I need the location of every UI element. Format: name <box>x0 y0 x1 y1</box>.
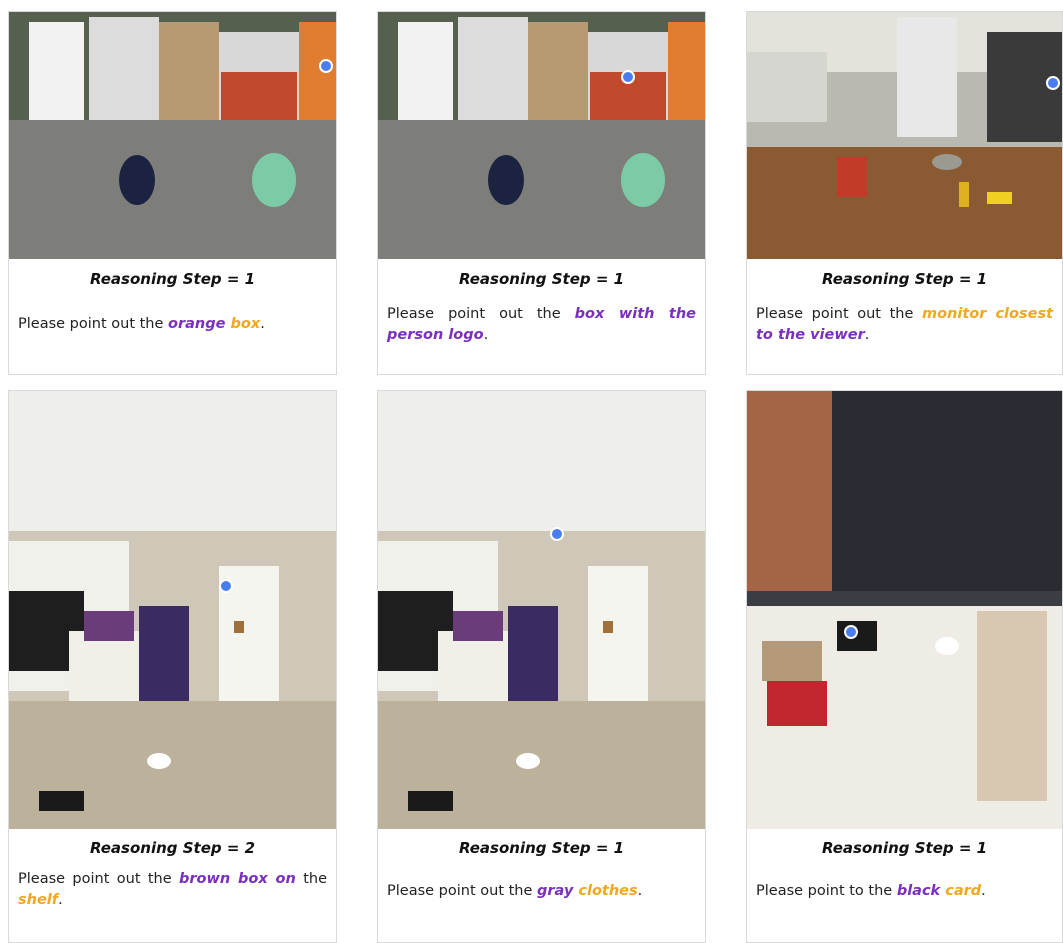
desk-image <box>747 391 1062 829</box>
room-photo <box>9 391 336 829</box>
room-photo <box>378 391 705 829</box>
point-marker <box>219 579 233 593</box>
kitchen-counter-image <box>9 12 336 259</box>
reasoning-step-label: Reasoning Step = 1 <box>821 839 988 857</box>
reasoning-step-label: Reasoning Step = 2 <box>89 839 256 857</box>
prompt-text: Please point out the orange box. <box>18 316 265 332</box>
robot-lab-image <box>747 12 1062 259</box>
point-marker <box>621 70 635 84</box>
reasoning-step-label: Reasoning Step = 1 <box>89 270 256 288</box>
room-image <box>9 391 336 829</box>
example-card-3: Reasoning Step = 1 Please point out the … <box>746 11 1063 375</box>
prompt-text: Please point to the black card. <box>756 883 986 899</box>
point-marker <box>550 527 564 541</box>
reasoning-step-label: Reasoning Step = 1 <box>458 270 625 288</box>
point-marker <box>319 59 333 73</box>
point-marker <box>1046 76 1060 90</box>
desk-photo <box>747 391 1062 829</box>
example-card-1: Reasoning Step = 1 Please point out the … <box>8 11 337 375</box>
example-card-4: Reasoning Step = 2 Please point out the … <box>8 390 337 943</box>
point-marker <box>844 625 858 639</box>
example-card-2: Reasoning Step = 1 Please point out the … <box>377 11 706 375</box>
room-image <box>378 391 705 829</box>
robot-lab-photo <box>747 12 1062 259</box>
kitchen-counter-photo <box>9 12 336 259</box>
prompt-text: Please point out the box with the person… <box>387 306 696 343</box>
example-card-5: Reasoning Step = 1 Please point out the … <box>377 390 706 943</box>
example-card-6: Reasoning Step = 1 Please point to the b… <box>746 390 1063 943</box>
reasoning-step-label: Reasoning Step = 1 <box>458 839 625 857</box>
prompt-text: Please point out the gray clothes. <box>387 883 643 899</box>
kitchen-counter-photo <box>378 12 705 259</box>
kitchen-counter-image <box>378 12 705 259</box>
reasoning-step-label: Reasoning Step = 1 <box>821 270 988 288</box>
prompt-text: Please point out the brown box on the sh… <box>18 871 327 908</box>
prompt-text: Please point out the monitor closest to … <box>756 306 1054 343</box>
